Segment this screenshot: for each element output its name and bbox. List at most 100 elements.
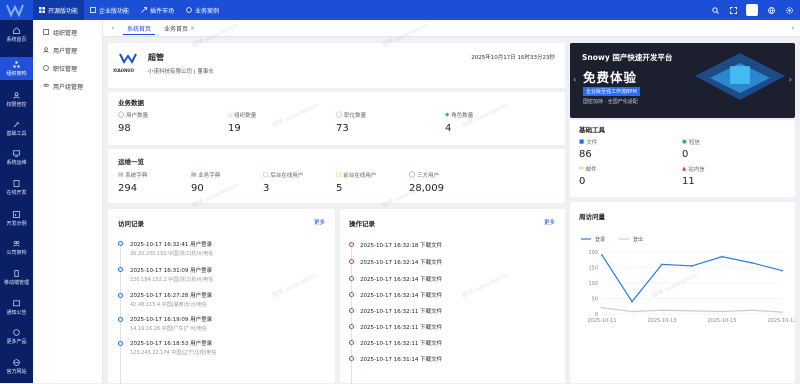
avatar[interactable]	[746, 4, 758, 16]
sidebar-item-website[interactable]: 官方网站	[0, 355, 33, 378]
tab-home[interactable]: 系统首页	[123, 22, 156, 35]
tool-label: 文件	[586, 140, 598, 146]
data-point	[781, 311, 783, 314]
y-tick-label: 150	[588, 266, 598, 272]
y-tick-label: 100	[588, 281, 598, 287]
fullscreen-icon[interactable]	[728, 5, 738, 15]
tab-business[interactable]: 业务首页 ×	[160, 22, 199, 35]
stat-users-label: ◯ 用户数量	[118, 111, 148, 119]
sidebar-item-company[interactable]: 公司架构	[0, 236, 33, 259]
monitor-icon: □	[263, 172, 269, 178]
banner-line1: Snowy 国产快速开发平台	[582, 53, 673, 62]
sidebar-item-home[interactable]: 系统首页	[0, 23, 33, 46]
operation-record: 2025-10-17 16:32:11 下载文件	[360, 325, 443, 331]
user-icon	[43, 47, 49, 53]
tool-mail-value: 0	[579, 176, 586, 187]
file-icon: ■	[579, 139, 585, 145]
submenu-item-position[interactable]: 职位管理	[33, 59, 103, 77]
y-tick-label: 50	[592, 297, 598, 303]
sidebar-item-ops[interactable]: 系统运维	[0, 146, 33, 169]
stat-label-text: 业务字典	[198, 173, 221, 179]
apps-icon	[13, 328, 20, 336]
tool-sms[interactable]: ● 短信	[682, 138, 700, 146]
data-point	[721, 255, 723, 258]
stat-label-text: 组织数量	[234, 113, 257, 119]
stat-orgs-label: △ 组织数量	[228, 111, 256, 119]
sidebar-item-more-products[interactable]: 更多产品	[0, 325, 33, 348]
tool-inbox[interactable]: ▲ 站内信	[682, 165, 705, 173]
top-bar: 开源版功能 企业版功能 插件市场 业务案例	[0, 0, 800, 20]
sidebar-item-org[interactable]: 组织架构	[0, 57, 33, 80]
stat-orgs-value: 19	[228, 123, 241, 134]
visit-records-more-link[interactable]: 更多	[314, 218, 325, 226]
submenu-item-org[interactable]: 组织管理	[33, 23, 103, 41]
sidebar-item-tools[interactable]: 基础工具	[0, 117, 33, 140]
stat-biz-dict-value: 90	[191, 183, 204, 194]
search-icon[interactable]	[710, 5, 720, 15]
banner-next-icon[interactable]: ›	[789, 75, 792, 84]
people-icon	[13, 240, 20, 246]
top-nav: 开源版功能 企业版功能 插件市场 业务案例	[33, 0, 225, 20]
topnav-label: 开源版功能	[48, 7, 79, 15]
tool-file[interactable]: ■ 文件	[579, 138, 597, 146]
sidebar-item-permission[interactable]: 权限管控	[0, 88, 33, 111]
data-point	[631, 300, 633, 303]
x-tick-label: 2025-10-13	[647, 318, 676, 324]
submenu-item-user[interactable]: 用户管理	[33, 41, 103, 59]
tool-file-value: 86	[579, 149, 592, 160]
visit-record-ip: 36.20.200.150 中国|浙江|杭州|电信	[130, 251, 214, 257]
timeline-dot	[118, 293, 123, 298]
topnav-open-source[interactable]: 开源版功能	[33, 0, 85, 20]
stat-sys-dict-label: ▤ 系统字典	[118, 171, 147, 179]
promo-banner[interactable]: Snowy 国产快速开发平台 免费体验 企业版至强工作流BPM 国密加持 · 全…	[570, 43, 795, 118]
operation-records-card: 操作记录 更多 2025-10-17 16:32:18 下载文件 2025-10…	[340, 209, 565, 384]
visit-record-ip: 220.184.152.2 中国|浙江|杭州|电信	[130, 277, 214, 283]
stat-roles-label: ◆ 角色数量	[445, 111, 473, 119]
tool-mail[interactable]: ✉ 邮件	[579, 165, 597, 173]
timeline-line	[120, 244, 121, 384]
tool-label: 邮件	[585, 167, 597, 173]
company-logo-icon	[119, 53, 137, 64]
sidebar-item-mobile[interactable]: 移动端管理	[0, 266, 33, 289]
close-icon[interactable]: ×	[190, 25, 195, 32]
topnav-plugin-market[interactable]: 插件市场	[135, 0, 180, 20]
sidebar-item-dev-examples[interactable]: 开发示例	[0, 207, 33, 230]
stat-label-text: 职位数量	[344, 113, 367, 119]
operation-record: 2025-10-17 16:32:11 下载文件	[360, 309, 443, 315]
sidebar-item-notice[interactable]: 通知公告	[0, 296, 33, 319]
operation-record: 2025-10-17 16:32:11 下载文件	[360, 341, 443, 347]
topnav-business-cases[interactable]: 业务案例	[180, 0, 225, 20]
user-icon	[13, 91, 20, 99]
topnav-enterprise[interactable]: 企业版功能	[84, 0, 135, 20]
notice-icon	[13, 299, 20, 306]
operation-record: 2025-10-17 16:32:14 下载文件	[360, 277, 443, 283]
operation-record: 2025-10-17 16:32:18 下载文件	[360, 243, 443, 249]
stat-roles-value: 4	[445, 123, 452, 134]
sidebar-label: 基础工具	[6, 130, 27, 137]
sidebar-item-online-dev[interactable]: 在线开发	[0, 176, 33, 199]
tabs-next-icon[interactable]: ›	[788, 23, 798, 33]
settings-icon[interactable]	[784, 5, 794, 15]
legend-label: 登出	[633, 236, 643, 243]
main-sidebar: 系统首页 组织架构 权限管控 基础工具 系统运维 在线开发 开发示例 公司架构 …	[0, 20, 33, 383]
timeline-dot	[118, 241, 123, 246]
banner-prev-icon[interactable]: ‹	[573, 75, 576, 84]
visit-record-time: 2025-10-17 16:19:09 用户登录	[130, 317, 213, 323]
tabs-prev-icon[interactable]: ‹	[108, 23, 118, 33]
profile-company: 小诺科技有限公司 | 董事长	[148, 69, 214, 75]
profile-card: XIAONUO 超管 小诺科技有限公司 | 董事长 2025年10月17日 16…	[108, 43, 565, 88]
timeline-dot	[118, 341, 123, 346]
data-point	[691, 310, 693, 312]
globe-icon[interactable]	[766, 5, 776, 15]
operation-record: 2025-10-17 16:31:14 下载文件	[360, 357, 443, 363]
submenu-item-user-group[interactable]: 用户组管理	[33, 77, 103, 95]
timeline-dot	[349, 242, 354, 247]
basic-tools-title: 基础工具	[579, 126, 605, 134]
sidebar-label: 通知公告	[6, 309, 27, 316]
topnav-label: 插件市场	[150, 7, 175, 15]
visit-record-time: 2025-10-17 16:27:28 用户登录	[130, 293, 213, 299]
operation-records-more-link[interactable]: 更多	[544, 218, 555, 226]
tab-label: 系统首页	[127, 25, 152, 33]
profile-datetime: 2025年10月17日 16时33分23秒	[471, 55, 555, 61]
app-logo-icon[interactable]	[6, 3, 24, 17]
